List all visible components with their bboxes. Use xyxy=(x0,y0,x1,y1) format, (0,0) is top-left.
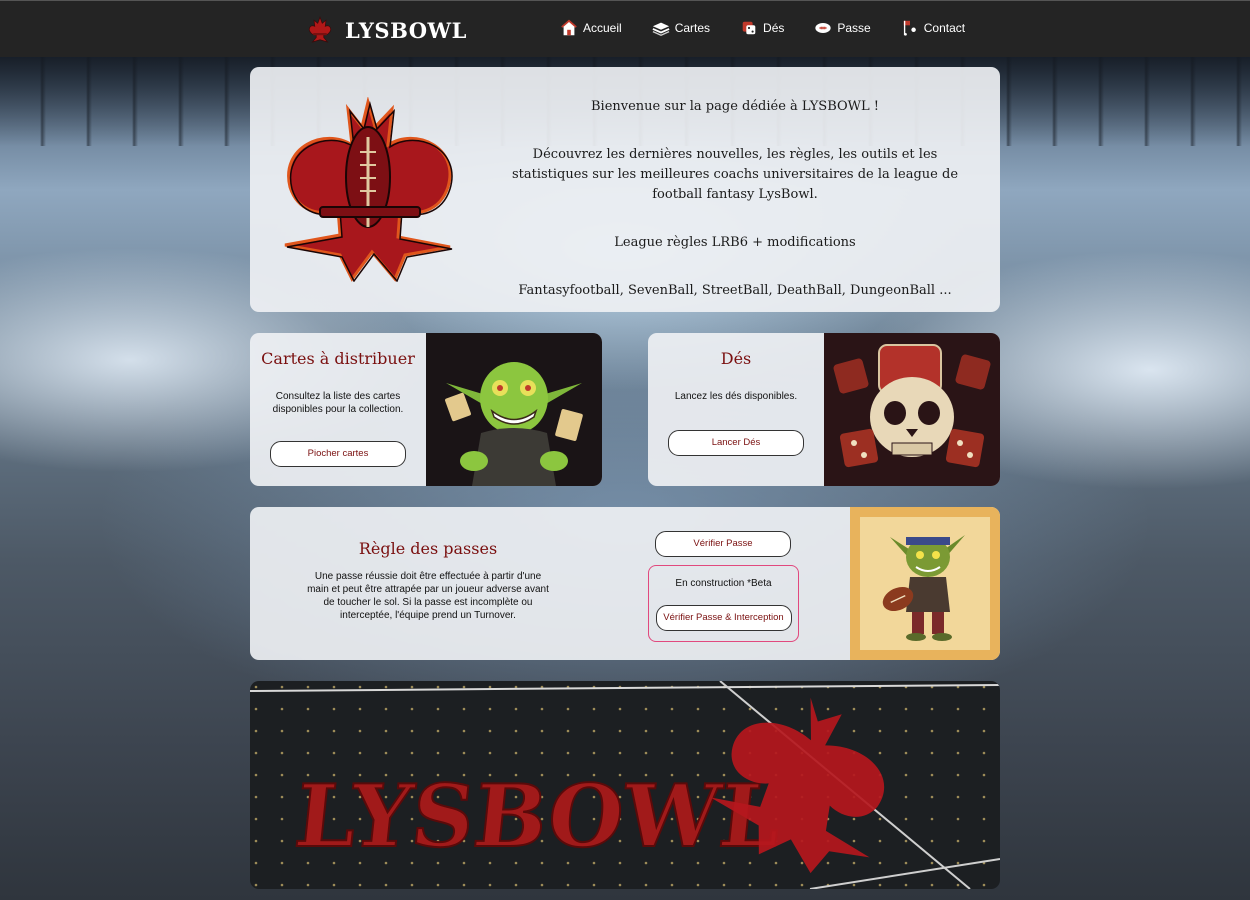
nav-item-label: Passe xyxy=(837,21,871,35)
fleur-de-lys-logo-icon xyxy=(308,16,332,43)
lancer-des-button[interactable]: Lancer Dés xyxy=(668,430,804,456)
nav-menu: Accueil Cartes Dés Passe Contact xyxy=(560,19,995,37)
cartes-title: Cartes à distribuer xyxy=(261,349,415,368)
des-card: Dés Lancez les dés disponibles. Lancer D… xyxy=(648,333,1000,486)
brand-name: LYSBOWL xyxy=(345,17,467,43)
house-icon xyxy=(561,19,577,36)
des-title: Dés xyxy=(720,349,752,368)
welcome-intro: Découvrez les dernières nouvelles, les r… xyxy=(511,147,959,202)
nav-item-cartes[interactable]: Cartes xyxy=(652,19,710,37)
goblin-with-cards-image xyxy=(426,333,602,486)
cartes-description: Consultez la liste des cartes disponible… xyxy=(272,391,404,415)
cartes-card: Cartes à distribuer Consultez la liste d… xyxy=(250,333,602,486)
piocher-cartes-button[interactable]: Piocher cartes xyxy=(270,441,406,467)
nav-item-label: Accueil xyxy=(583,21,622,35)
lysbowl-field-image: LYSBOWL xyxy=(250,681,1000,889)
nav-item-des[interactable]: Dés xyxy=(740,19,784,37)
game-variants: Fantasyfootball, SevenBall, StreetBall, … xyxy=(518,283,952,298)
top-navbar: LYSBOWL Accueil Cartes Dés Passe Contact xyxy=(0,0,1250,57)
welcome-heading: Bienvenue sur la page dédiée à LYSBOWL ! xyxy=(590,99,880,114)
des-description: Lancez les dés disponibles. xyxy=(674,391,798,402)
beta-label: En construction *Beta xyxy=(675,578,772,589)
verifier-passe-interception-button[interactable]: Vérifier Passe & Interception xyxy=(655,605,792,631)
contact-icon xyxy=(903,20,916,36)
banner-title: LYSBOWL xyxy=(290,766,785,867)
league-rules: League règles LRB6 + modifications xyxy=(614,235,856,250)
passes-description: Une passe réussie doit être effectuée à … xyxy=(307,571,549,621)
football-icon xyxy=(815,23,832,33)
welcome-text: Bienvenue sur la page dédiée à LYSBOWL !… xyxy=(500,97,970,301)
goblin-football-image xyxy=(850,507,1000,660)
dice-icon xyxy=(742,21,756,35)
welcome-card: Bienvenue sur la page dédiée à LYSBOWL !… xyxy=(250,67,1000,312)
skull-dice-image xyxy=(824,333,1000,486)
cartes-content: Cartes à distribuer Consultez la liste d… xyxy=(250,333,426,486)
fleur-de-lys-logo-icon xyxy=(284,97,453,282)
cards-stack-icon xyxy=(652,22,670,36)
lysbowl-banner: LYSBOWL xyxy=(250,681,1000,889)
nav-item-label: Cartes xyxy=(674,21,711,35)
passes-card: Règle des passes Une passe réussie doit … xyxy=(250,507,1000,660)
beta-section: En construction *Beta Vérifier Passe & I… xyxy=(648,565,799,642)
nav-item-contact[interactable]: Contact xyxy=(901,19,965,37)
nav-item-label: Contact xyxy=(923,21,966,35)
nav-item-accueil[interactable]: Accueil xyxy=(560,19,622,37)
des-content: Dés Lancez les dés disponibles. Lancer D… xyxy=(648,333,824,486)
brand[interactable]: LYSBOWL xyxy=(305,15,467,45)
nav-item-label: Dés xyxy=(763,21,785,35)
nav-item-passe[interactable]: Passe xyxy=(814,19,871,37)
verifier-passe-button[interactable]: Vérifier Passe xyxy=(655,531,791,557)
passes-title: Règle des passes xyxy=(358,539,498,558)
